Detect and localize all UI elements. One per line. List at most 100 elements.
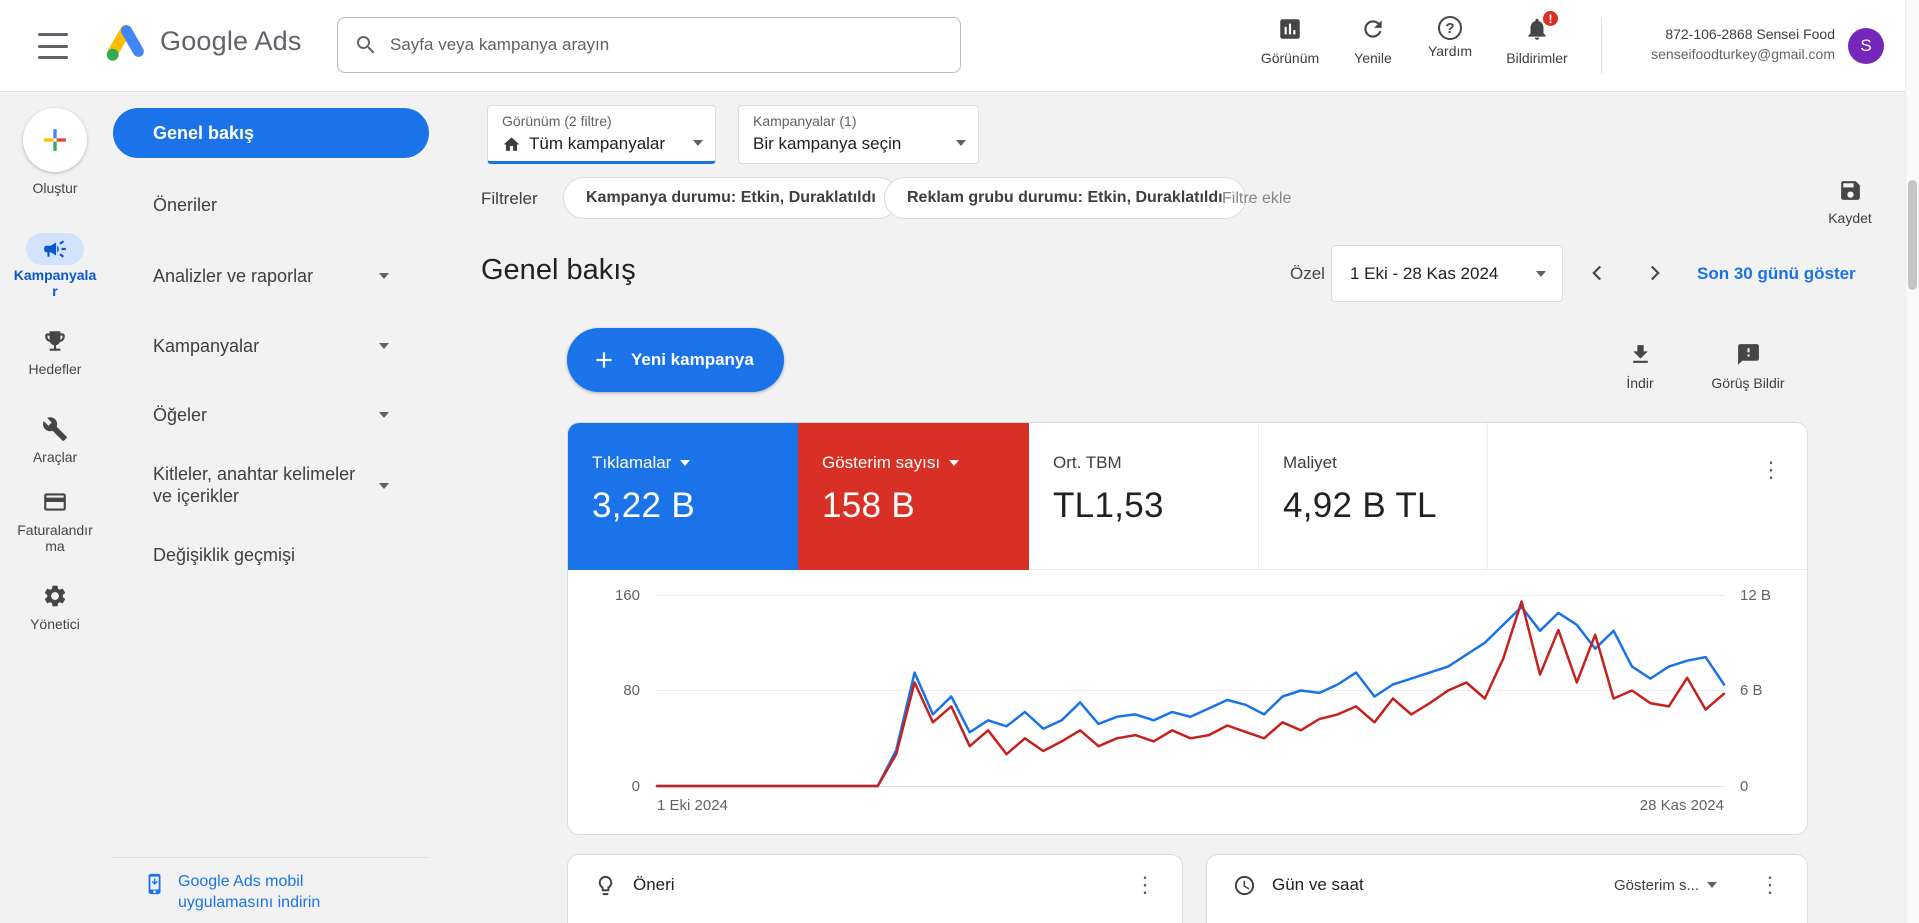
appearance-label: Görünüm: [1245, 50, 1335, 66]
save-label: Kaydet: [1812, 210, 1888, 226]
account-email: senseifoodturkey@gmail.com: [1651, 44, 1835, 64]
avatar[interactable]: S: [1848, 28, 1884, 64]
rail-item-tools[interactable]: Araçlar: [0, 416, 110, 465]
campaign-scope-caption: Kampanyalar (1): [753, 113, 857, 129]
right-axis-tick: 0: [1740, 778, 1800, 795]
icon-rail: Oluştur Kampanyalar Hedefler Araçlar Fat…: [0, 92, 110, 923]
appearance-button[interactable]: Görünüm: [1245, 16, 1335, 66]
wrench-icon: [42, 416, 68, 442]
chevron-down-icon: [379, 412, 389, 418]
rail-item-billing[interactable]: Faturalandırma: [0, 489, 110, 554]
chevron-down-icon: [379, 483, 389, 489]
nav-item-assets[interactable]: Öğeler: [113, 404, 429, 426]
card-menu-icon[interactable]: ⋮: [1134, 874, 1156, 896]
campaign-scope-dropdown[interactable]: Kampanyalar (1) Bir kampanya seçin: [738, 105, 979, 164]
nav-item-campaigns[interactable]: Kampanyalar: [113, 335, 429, 357]
left-axis-tick: 160: [588, 587, 640, 604]
help-button[interactable]: ? Yardım: [1405, 16, 1495, 59]
gear-icon: [42, 583, 68, 609]
filter-chip-adgroup-status[interactable]: Reklam grubu durumu: Etkin, Duraklatıldı: [884, 177, 1246, 219]
refresh-icon: [1360, 16, 1386, 42]
new-campaign-label: Yeni kampanya: [631, 350, 754, 370]
dropdown-arrow-icon: [956, 140, 966, 146]
previous-period-button[interactable]: [1580, 257, 1614, 291]
chevron-left-icon: [1584, 260, 1610, 286]
right-axis-tick: 12 B: [1740, 587, 1800, 604]
day-hour-metric-dropdown[interactable]: Gösterim s...: [1614, 877, 1717, 894]
dropdown-arrow-icon: [1536, 271, 1546, 277]
show-last-30-days-link[interactable]: Son 30 günü göster: [1697, 264, 1856, 284]
metric-tiles-row: Tıklamalar 3,22 B Gösterim sayısı 158 B …: [568, 423, 1807, 570]
search-icon: [354, 33, 378, 57]
left-axis-tick: 80: [588, 682, 640, 699]
panel-menu-icon[interactable]: ⋮: [1760, 459, 1782, 481]
metric-tile-avg-cpc[interactable]: Ort. TBM TL1,53: [1029, 423, 1259, 570]
impressions-value: 158 B: [822, 486, 1029, 526]
home-icon: [502, 135, 521, 154]
nav-item-audiences[interactable]: Kitleler, anahtar kelimeler ve içerikler: [113, 463, 429, 507]
date-mode-label: Özel: [1290, 264, 1325, 284]
rail-item-campaigns[interactable]: Kampanyalar: [0, 233, 110, 299]
nav-item-change-history[interactable]: Değişiklik geçmişi: [113, 544, 429, 566]
rail-item-goals[interactable]: Hedefler: [0, 328, 110, 377]
notifications-label: Bildirimler: [1492, 50, 1582, 66]
overview-panel: Tıklamalar 3,22 B Gösterim sayısı 158 B …: [567, 422, 1808, 835]
metric-tile-impressions[interactable]: Gösterim sayısı 158 B: [798, 423, 1029, 570]
next-period-button[interactable]: [1638, 257, 1672, 291]
view-scope-value: Tüm kampanyalar: [502, 134, 665, 154]
download-icon: [1628, 342, 1653, 367]
google-ads-logo[interactable]: Google Ads: [104, 20, 302, 62]
day-hour-card: Gün ve saat Gösterim s... ⋮: [1206, 854, 1808, 923]
download-label: İndir: [1608, 375, 1672, 391]
chevron-down-icon: [379, 273, 389, 279]
metric-tile-clicks[interactable]: Tıklamalar 3,22 B: [568, 423, 798, 570]
dropdown-arrow-icon: [680, 460, 690, 466]
view-scope-dropdown[interactable]: Görünüm (2 filtre) Tüm kampanyalar: [487, 105, 716, 164]
megaphone-icon: [42, 236, 68, 262]
create-label: Oluştur: [0, 178, 110, 196]
help-label: Yardım: [1405, 43, 1495, 59]
dropdown-arrow-icon: [949, 460, 959, 466]
trophy-icon: [42, 328, 68, 354]
campaigns-pill: [26, 233, 84, 265]
rail-item-admin[interactable]: Yönetici: [0, 583, 110, 632]
metric-tile-cost[interactable]: Maliyet 4,92 B TL: [1259, 423, 1488, 570]
feedback-label: Görüş Bildir: [1688, 375, 1808, 391]
sidenav-divider: [113, 857, 429, 858]
recommendation-card-title: Öneri: [633, 875, 675, 895]
plus-icon: [591, 347, 617, 373]
dropdown-arrow-icon: [693, 140, 703, 146]
nav-item-insights[interactable]: Analizler ve raporlar: [113, 265, 429, 287]
search-input[interactable]: [390, 35, 944, 55]
feedback-icon: [1736, 342, 1761, 367]
card-menu-icon[interactable]: ⋮: [1759, 874, 1781, 896]
cost-value: 4,92 B TL: [1283, 486, 1487, 526]
new-campaign-button[interactable]: Yeni kampanya: [567, 328, 784, 392]
filter-chip-campaign-status[interactable]: Kampanya durumu: Etkin, Duraklatıldı: [563, 177, 899, 219]
scrollbar-thumb[interactable]: [1908, 180, 1917, 290]
nav-item-recommendations[interactable]: Öneriler: [113, 194, 429, 216]
x-axis-end-label: 28 Kas 2024: [1568, 797, 1724, 814]
filters-label: Filtreler: [481, 189, 538, 209]
chevron-right-icon: [1642, 260, 1668, 286]
vertical-scrollbar[interactable]: [1905, 0, 1919, 923]
nav-item-overview[interactable]: Genel bakış: [113, 108, 429, 158]
account-name: 872-106-2868 Sensei Food: [1651, 24, 1835, 44]
avg-cpc-value: TL1,53: [1053, 486, 1258, 526]
notifications-button[interactable]: ! Bildirimler: [1492, 16, 1582, 66]
save-button[interactable]: Kaydet: [1812, 178, 1888, 226]
download-button[interactable]: İndir: [1608, 342, 1672, 391]
add-filter-button[interactable]: Filtre ekle: [1222, 190, 1291, 208]
create-button[interactable]: [23, 108, 87, 172]
lightbulb-icon: [594, 874, 617, 897]
menu-icon[interactable]: [38, 33, 68, 59]
billing-card-icon: [42, 489, 68, 515]
day-hour-card-title: Gün ve saat: [1272, 875, 1364, 895]
x-axis-start-label: 1 Eki 2024: [657, 797, 728, 814]
search-bar: [337, 17, 961, 73]
chevron-down-icon: [379, 343, 389, 349]
account-info: 872-106-2868 Sensei Food senseifoodturke…: [1651, 24, 1835, 64]
feedback-button[interactable]: Görüş Bildir: [1688, 342, 1808, 391]
date-range-dropdown[interactable]: 1 Eki - 28 Kas 2024: [1331, 245, 1563, 302]
mobile-app-link[interactable]: Google Ads mobil uygulamasını indirin: [144, 871, 353, 913]
